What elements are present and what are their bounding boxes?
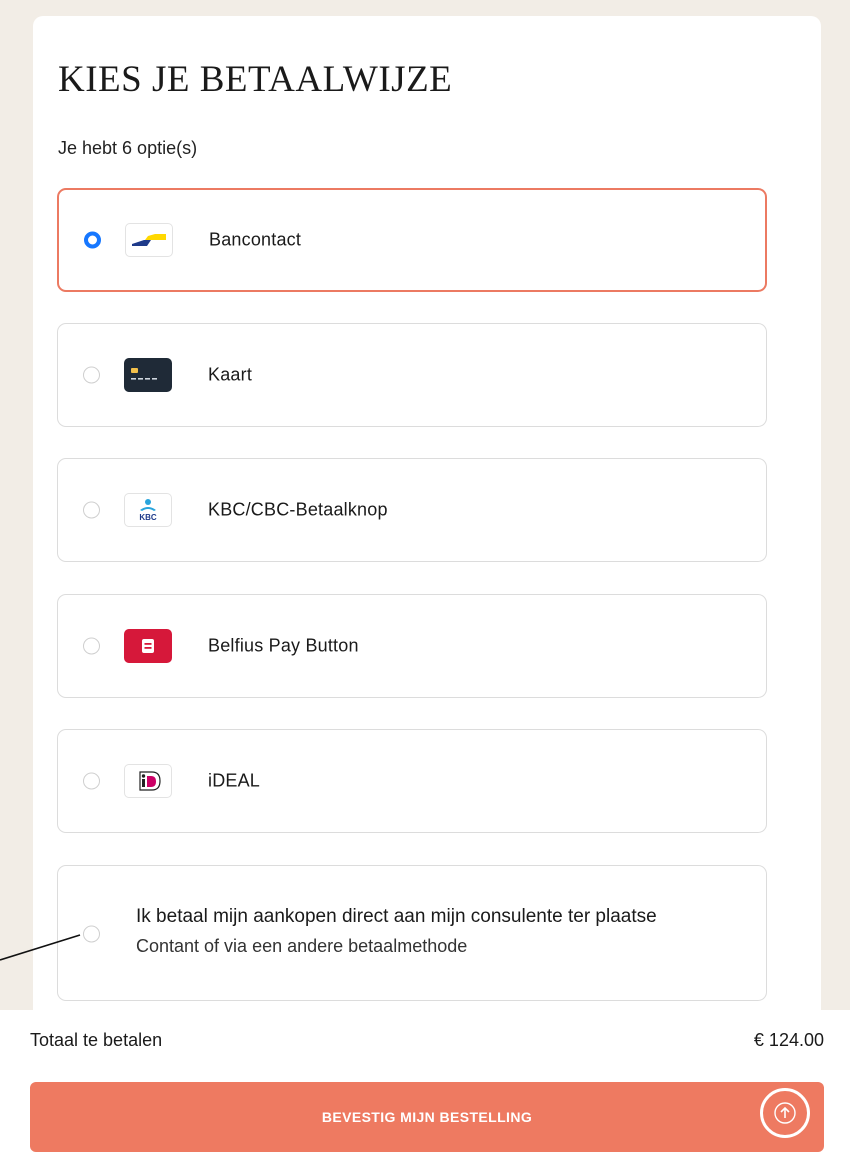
radio-kbc[interactable] — [83, 501, 100, 519]
payment-option-kaart[interactable]: Kaart — [57, 323, 767, 427]
kbc-logo-icon: KBC — [124, 493, 172, 527]
consultant-text: Ik betaal mijn aankopen direct aan mijn … — [136, 906, 657, 957]
confirm-order-button[interactable]: BEVESTIG MIJN BESTELLING — [30, 1082, 824, 1152]
bancontact-logo-icon — [125, 223, 173, 257]
options-count: Je hebt 6 optie(s) — [58, 138, 198, 158]
card-logo-icon — [124, 358, 172, 392]
option-label-kbc: KBC/CBC-Betaalknop — [208, 499, 388, 520]
total-label: Totaal te betalen — [30, 1030, 163, 1050]
radio-bancontact[interactable] — [84, 231, 101, 249]
ideal-logo-icon — [124, 764, 172, 798]
option-label-belfius: Belfius Pay Button — [208, 635, 359, 656]
radio-belfius[interactable] — [83, 637, 100, 655]
payment-option-consultant[interactable]: Ik betaal mijn aankopen direct aan mijn … — [57, 865, 767, 1001]
belfius-logo-icon — [124, 629, 172, 663]
payment-option-belfius[interactable]: Belfius Pay Button — [57, 594, 767, 698]
radio-kaart[interactable] — [83, 366, 100, 384]
radio-consultant[interactable] — [83, 925, 100, 943]
option-label-consultant: Ik betaal mijn aankopen direct aan mijn … — [136, 906, 657, 927]
option-label-bancontact: Bancontact — [209, 229, 302, 250]
svg-text:KBC: KBC — [139, 513, 157, 522]
scroll-to-top-button[interactable] — [760, 1088, 810, 1138]
option-description-consultant: Contant of via een andere betaalmethode — [136, 936, 468, 956]
payment-option-ideal[interactable]: iDEAL — [57, 729, 767, 833]
option-label-ideal: iDEAL — [208, 770, 261, 791]
payment-option-kbc[interactable]: KBC KBC/CBC-Betaalknop — [57, 458, 767, 562]
payment-option-bancontact[interactable]: Bancontact — [57, 188, 767, 292]
arrow-up-icon — [774, 1102, 796, 1124]
radio-ideal[interactable] — [83, 772, 100, 790]
page-title: KIES JE BETAALWIJZE — [58, 59, 453, 100]
option-label-kaart: Kaart — [208, 364, 253, 385]
total-value: € 124.00 — [753, 1030, 824, 1050]
